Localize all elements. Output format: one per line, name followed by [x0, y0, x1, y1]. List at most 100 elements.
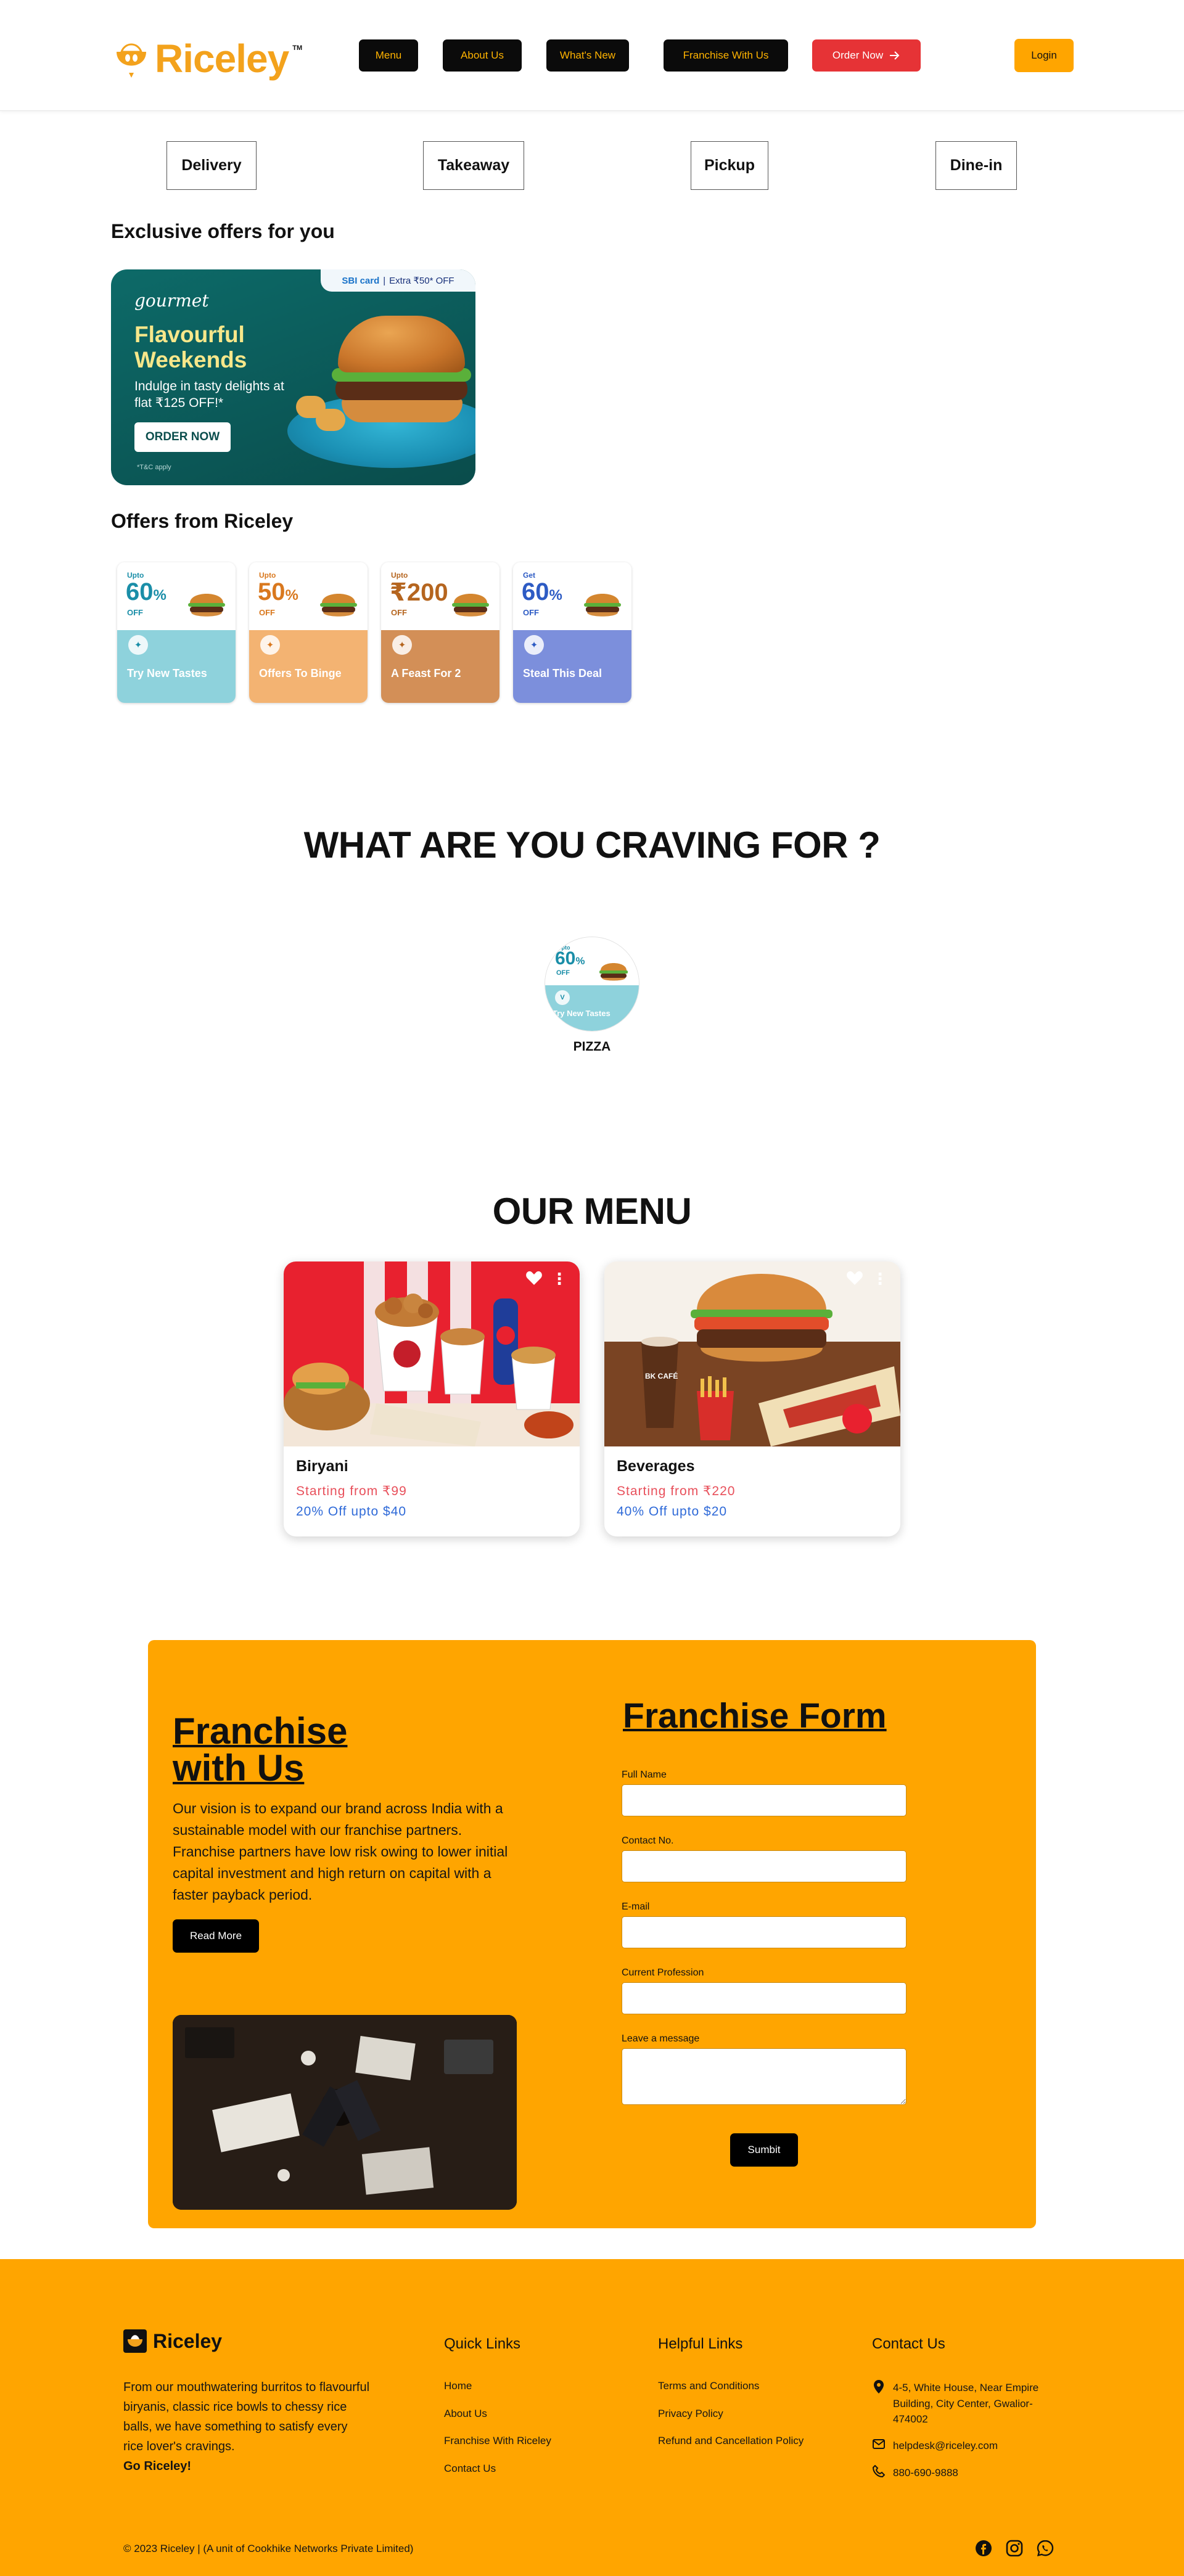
footer-link-franchise[interactable]: Franchise With Riceley: [444, 2435, 551, 2447]
order-now-button[interactable]: Order Now: [812, 39, 921, 72]
message-label: Leave a message: [622, 2033, 700, 2044]
franchise-form-title: Franchise Form: [623, 1696, 887, 1736]
instagram-icon[interactable]: [1005, 2539, 1024, 2558]
franchise-description: Our vision is to expand our brand across…: [173, 1800, 508, 1903]
banner-brand: gourmet: [134, 290, 209, 311]
contact-no-input[interactable]: [622, 1850, 906, 1882]
offer-label: Steal This Deal: [523, 667, 602, 679]
nav-about-us[interactable]: About Us: [443, 39, 522, 72]
mail-icon: [872, 2438, 886, 2454]
read-more-button[interactable]: Read More: [173, 1919, 259, 1953]
brand-name: Riceley: [155, 36, 289, 81]
contact-phone-text: 880-690-9888: [893, 2467, 958, 2479]
card-offer-badge: SBI card | Extra ₹50* OFF: [321, 269, 475, 292]
whatsapp-icon[interactable]: [1036, 2539, 1054, 2558]
offer-label: Offers To Binge: [259, 667, 342, 679]
contact-no-label: Contact No.: [622, 1836, 674, 1846]
banner-order-now-button[interactable]: ORDER NOW: [134, 422, 231, 452]
exclusive-offers-heading: Exclusive offers for you: [111, 220, 335, 242]
craving-title: WHAT ARE YOU CRAVING FOR ?: [303, 824, 881, 866]
card-partner: SBI card: [342, 275, 380, 286]
menu-item-price: Starting from ₹99: [296, 1484, 407, 1498]
contact-email[interactable]: helpdesk@riceley.com: [872, 2438, 998, 2454]
food-icon: [188, 594, 225, 617]
more-options-icon[interactable]: ⋮: [872, 1270, 888, 1287]
footer-link-about-us[interactable]: About Us: [444, 2408, 487, 2420]
craving-item-label: PIZZA: [573, 1040, 611, 1054]
full-name-input[interactable]: [622, 1784, 906, 1816]
offer-amount: 60%: [126, 578, 166, 606]
footer-about-text: From our mouthwatering burritos to flavo…: [123, 2381, 370, 2453]
badge-icon: ✦: [128, 635, 148, 655]
badge-divider: |: [383, 275, 386, 286]
offer-label: Try New Tastes: [127, 667, 207, 679]
offer-amount-value: 60: [522, 578, 549, 605]
nav-menu[interactable]: Menu: [359, 39, 418, 72]
menu-card-biryani[interactable]: ⋮ Biryani Starting from ₹99 20% Off upto…: [284, 1261, 580, 1536]
order-type-delivery[interactable]: Delivery: [166, 141, 257, 190]
message-textarea[interactable]: [622, 2048, 906, 2105]
craving-item-pizza[interactable]: Upto 60% OFF V Try New Tastes: [545, 937, 639, 1032]
contact-email-text: helpdesk@riceley.com: [893, 2440, 998, 2451]
offer-label: A Feast For 2: [391, 667, 461, 679]
menu-card-beverages[interactable]: BK CAFÉ ⋮ Beverages Starting from ₹220 4…: [604, 1261, 900, 1536]
beverages-food-image: BK CAFÉ: [604, 1261, 900, 1446]
order-type-dine-in[interactable]: Dine-in: [935, 141, 1017, 190]
offer-card[interactable]: Upto ₹200 OFF ✦ A Feast For 2: [381, 562, 500, 703]
footer-brand-name: Riceley: [153, 2329, 223, 2352]
burger-bottom-bun-illustration: [342, 398, 462, 422]
login-button[interactable]: Login: [1014, 39, 1074, 72]
nav-whats-new[interactable]: What's New: [546, 39, 629, 72]
footer-logo[interactable]: Riceley: [123, 2329, 222, 2353]
gourmet-offer-banner[interactable]: gourmet SBI card | Extra ₹50* OFF Flavou…: [111, 269, 475, 485]
offer-amount: 50%: [258, 578, 298, 606]
menu-item-discount: 40% Off upto $20: [617, 1504, 728, 1519]
banner-description: Indulge in tasty delights at flat ₹125 O…: [134, 379, 284, 411]
menu-item-name: Biryani: [296, 1458, 348, 1475]
full-name-label: Full Name: [622, 1770, 667, 1780]
nav-franchise-with-us[interactable]: Franchise With Us: [664, 39, 788, 72]
location-pin-icon: [872, 2380, 886, 2427]
badge-icon: ✦: [260, 635, 280, 655]
footer-link-privacy[interactable]: Privacy Policy: [658, 2408, 723, 2420]
craving-item-suffix: OFF: [556, 969, 570, 977]
offer-card[interactable]: Get 60% OFF ✦ Steal This Deal: [513, 562, 631, 703]
current-profession-input[interactable]: [622, 1982, 906, 2014]
trademark-mark: TM: [292, 44, 303, 52]
food-icon: [452, 594, 489, 617]
contact-phone[interactable]: 880-690-9888: [872, 2464, 958, 2482]
phone-icon: [872, 2464, 886, 2482]
footer-link-contact-us[interactable]: Contact Us: [444, 2463, 496, 2475]
banner-terms: *T&C apply: [137, 464, 171, 471]
offer-card[interactable]: Upto 50% OFF ✦ Offers To Binge: [249, 562, 368, 703]
email-input[interactable]: [622, 1916, 906, 1948]
favorite-heart-icon[interactable]: [525, 1270, 543, 1287]
footer-link-terms[interactable]: Terms and Conditions: [658, 2380, 759, 2392]
badge-v-icon: V: [555, 990, 570, 1005]
footer-link-refund[interactable]: Refund and Cancellation Policy: [658, 2435, 804, 2447]
more-options-icon[interactable]: ⋮: [551, 1270, 567, 1287]
brand-logo[interactable]: Riceley TM: [113, 36, 302, 81]
offer-suffix: OFF: [523, 608, 539, 617]
submit-button[interactable]: Sumbit: [730, 2133, 798, 2167]
offer-amount-unit: %: [153, 587, 166, 604]
email-label: E-mail: [622, 1901, 650, 1912]
offer-card[interactable]: Upto 60% OFF ✦ Try New Tastes: [117, 562, 236, 703]
offer-suffix: OFF: [391, 608, 407, 617]
craving-amount-value: 60: [555, 948, 576, 969]
helpful-links-heading: Helpful Links: [658, 2336, 743, 2352]
craving-item-caption: Try New Tastes: [553, 1009, 610, 1018]
favorite-heart-icon[interactable]: [846, 1270, 863, 1287]
footer-about: From our mouthwatering burritos to flavo…: [123, 2377, 370, 2476]
menu-title: OUR MENU: [492, 1191, 692, 1232]
order-type-pickup[interactable]: Pickup: [691, 141, 768, 190]
offer-amount-value: 60: [126, 578, 154, 605]
order-type-takeaway[interactable]: Takeaway: [423, 141, 524, 190]
footer-link-home[interactable]: Home: [444, 2380, 472, 2392]
offer-suffix: OFF: [259, 608, 275, 617]
arrow-right-icon: [890, 51, 900, 60]
offer-amount: 60%: [522, 578, 562, 606]
facebook-icon[interactable]: [974, 2539, 993, 2558]
menu-item-name: Beverages: [617, 1458, 695, 1475]
offer-amount: ₹200: [390, 578, 448, 607]
